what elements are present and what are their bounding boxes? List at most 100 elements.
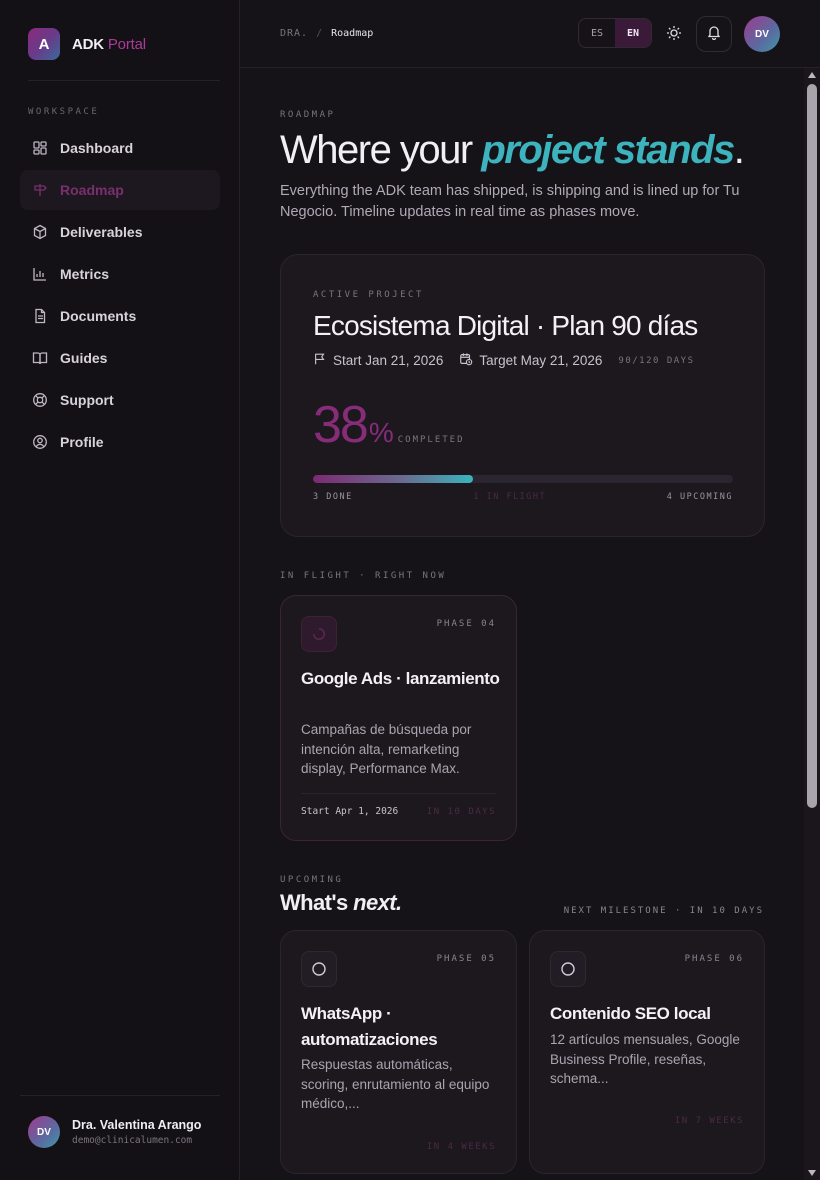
legend-upcoming: 4 UPCOMING — [666, 492, 733, 502]
sidebar-item-label: Guides — [60, 350, 108, 366]
phase-eta: IN 7 WEEKS — [674, 1116, 744, 1126]
progress-legend: 3 DONE 1 IN FLIGHT 4 UPCOMING — [313, 492, 733, 502]
notifications-button[interactable] — [696, 16, 732, 52]
divider — [20, 1095, 220, 1096]
phase-description: Campañas de búsqueda por intención alta,… — [301, 722, 472, 776]
start-date-text: Start Jan 21, 2026 — [333, 353, 444, 368]
scroll-up-arrow[interactable] — [808, 72, 816, 78]
days-counter: 90/120 DAYS — [618, 355, 695, 366]
file-text-icon — [32, 308, 48, 324]
phase-card-05[interactable]: PHASE 05 WhatsApp · automatizaciones Res… — [280, 930, 517, 1174]
sidebar-item-guides[interactable]: Guides — [20, 338, 220, 378]
phase-label: PHASE 04 — [436, 619, 496, 629]
upcoming-title: What's next. — [280, 890, 402, 916]
sidebar-item-profile[interactable]: Profile — [20, 422, 220, 462]
upcoming-eyebrow: UPCOMING — [280, 875, 344, 885]
phase-card-06[interactable]: PHASE 06 Contenido SEO local 12 artículo… — [529, 930, 765, 1174]
legend-in-flight: 1 IN FLIGHT — [473, 492, 547, 502]
grid-icon — [32, 140, 48, 156]
theme-toggle-sun-icon[interactable] — [664, 23, 684, 43]
completion-percent: 38 % COMPLETED — [313, 395, 465, 455]
brand-name: ADK Portal — [72, 36, 146, 53]
life-buoy-icon — [32, 392, 48, 408]
sidebar-item-label: Support — [60, 392, 114, 408]
lang-es-button[interactable]: ES — [579, 19, 615, 47]
phase-label: PHASE 06 — [684, 954, 744, 964]
phase-eta: IN 10 DAYS — [426, 807, 496, 817]
phase-label: PHASE 05 — [436, 954, 496, 964]
upcoming-title-italic: next. — [353, 890, 402, 915]
user-avatar-button[interactable]: DV — [744, 16, 780, 52]
sidebar-item-support[interactable]: Support — [20, 380, 220, 420]
user-email: demo@clinicalumen.com — [72, 1135, 193, 1146]
active-project-title: Ecosistema Digital · Plan 90 días — [313, 310, 698, 341]
loading-spinner-icon — [301, 616, 337, 652]
bar-chart-icon — [32, 266, 48, 282]
sidebar-item-label: Dashboard — [60, 140, 134, 156]
phase-title: WhatsApp · automatizaciones — [301, 1004, 438, 1049]
phase-start: Start Apr 1, 2026 — [301, 806, 399, 817]
target-date: Target May 21, 2026 — [459, 352, 602, 369]
calendar-clock-icon — [459, 352, 473, 369]
phase-description: 12 artículos mensuales, Google Business … — [550, 1032, 740, 1086]
sidebar-nav: Dashboard Roadmap Deliverables Metrics D… — [20, 128, 220, 464]
brand-name-accent: Portal — [107, 35, 146, 53]
percent-label: COMPLETED — [397, 435, 465, 445]
active-project-card: ACTIVE PROJECT Ecosistema Digital · Plan… — [280, 254, 765, 537]
book-icon — [32, 350, 48, 366]
active-project-eyebrow: ACTIVE PROJECT — [313, 290, 424, 300]
phase-title: Google Ads · lanzamiento — [301, 669, 500, 688]
sidebar-item-label: Metrics — [60, 266, 110, 282]
lang-en-button[interactable]: EN — [615, 19, 651, 47]
sidebar-item-metrics[interactable]: Metrics — [20, 254, 220, 294]
brand[interactable]: A ADK Portal — [28, 28, 146, 60]
progress-bar — [313, 475, 733, 483]
sidebar: A ADK Portal WORKSPACE Dashboard Roadmap… — [0, 0, 240, 1180]
scroll-thumb[interactable] — [807, 84, 817, 808]
user-circle-icon — [32, 434, 48, 450]
start-date: Start Jan 21, 2026 — [313, 352, 443, 369]
flag-icon — [313, 352, 327, 369]
bell-icon — [706, 24, 722, 45]
avatar: DV — [28, 1116, 60, 1148]
workspace-label: WORKSPACE — [28, 107, 100, 117]
legend-done: 3 DONE — [313, 492, 353, 502]
circle-icon — [301, 951, 337, 987]
sidebar-item-label: Deliverables — [60, 224, 143, 240]
divider — [28, 80, 220, 81]
phase-description: Respuestas automáticas, scoring, enrutam… — [301, 1057, 490, 1111]
page-title-plain: Where your — [280, 128, 482, 172]
brand-name-main: ADK — [72, 35, 104, 53]
in-flight-eyebrow: IN FLIGHT · RIGHT NOW — [280, 571, 447, 581]
sidebar-item-label: Roadmap — [60, 182, 124, 198]
phase-title: Contenido SEO local — [550, 1004, 711, 1023]
circle-icon — [550, 951, 586, 987]
sidebar-item-dashboard[interactable]: Dashboard — [20, 128, 220, 168]
phase-eta: IN 4 WEEKS — [426, 1142, 496, 1152]
user-profile[interactable]: DV Dra. Valentina Arango demo@clinicalum… — [28, 1116, 201, 1148]
upcoming-title-plain: What's — [280, 890, 354, 915]
breadcrumb: DRA. / Roadmap — [280, 28, 373, 39]
progress-bar-fill — [313, 475, 473, 483]
package-icon — [32, 224, 48, 240]
language-toggle: ES EN — [578, 18, 652, 48]
sidebar-item-label: Documents — [60, 308, 137, 324]
divider — [301, 793, 496, 794]
hero-eyebrow: ROADMAP — [280, 110, 336, 120]
sidebar-item-roadmap[interactable]: Roadmap — [20, 170, 220, 210]
next-milestone: NEXT MILESTONE · IN 10 DAYS — [563, 906, 764, 916]
breadcrumb-separator: / — [316, 28, 324, 39]
sidebar-item-deliverables[interactable]: Deliverables — [20, 212, 220, 252]
page-title-highlight: project stands — [481, 128, 735, 172]
active-project-meta: Start Jan 21, 2026 Target May 21, 2026 9… — [313, 352, 695, 369]
page-subtitle: Everything the ADK team has shipped, is … — [280, 183, 740, 220]
percent-sign: % — [368, 417, 394, 448]
scroll-down-arrow[interactable] — [808, 1170, 816, 1176]
scrollbar[interactable] — [804, 68, 820, 1180]
breadcrumb-root[interactable]: DRA. — [280, 28, 308, 39]
breadcrumb-current: Roadmap — [331, 28, 374, 39]
phase-card-04[interactable]: PHASE 04 Google Ads · lanzamiento Campañ… — [280, 595, 517, 841]
brand-logo: A — [28, 28, 60, 60]
target-date-text: Target May 21, 2026 — [479, 353, 603, 368]
sidebar-item-documents[interactable]: Documents — [20, 296, 220, 336]
